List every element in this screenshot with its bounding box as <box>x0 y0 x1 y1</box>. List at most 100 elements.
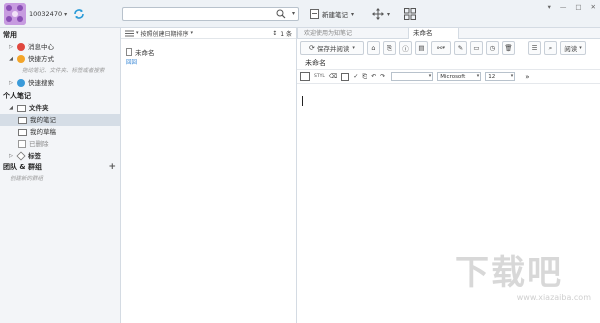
comment-button[interactable]: ▭ <box>470 41 483 55</box>
sidebar-item-label: 文件夹 <box>29 104 49 112</box>
sidebar-item-my-drafts[interactable]: 我的草稿 <box>0 126 120 138</box>
sort-dropdown[interactable]: ▾ 按照创建日期排序 ▾ <box>125 29 193 38</box>
delete-button[interactable]: 🗑 <box>502 41 515 55</box>
move-arrows-icon <box>372 8 384 20</box>
more-tools-icon[interactable]: » <box>525 73 529 81</box>
section-personal-notes: 个人笔记 <box>3 92 31 100</box>
list-item[interactable]: 未命名 回回 <box>121 39 296 69</box>
chevron-down-icon: ▾ <box>428 73 432 79</box>
share-button[interactable]: ⚯ ▾ <box>431 41 451 55</box>
chevron-down-icon: ▾ <box>190 30 194 36</box>
tab-welcome[interactable]: 欢迎使用为知笔记 <box>297 27 409 39</box>
info-icon: ⓘ <box>402 45 409 53</box>
menu-dropdown-icon[interactable]: ▾ <box>548 3 551 11</box>
paste-icon[interactable]: ⎗ <box>362 73 367 81</box>
sidebar-item-folder[interactable]: ◢ 文件夹 <box>0 102 120 114</box>
message-icon <box>17 43 25 51</box>
save-icon[interactable] <box>300 72 310 81</box>
chevron-down-icon: ▾ <box>579 45 582 51</box>
sidebar-item-deleted[interactable]: 已删除 <box>0 138 120 150</box>
sidebar-item-quick-search[interactable]: ▷ 快速搜索 <box>0 77 120 89</box>
note-list-header: ▾ 按照创建日期排序 ▾ ↕ 1 条 <box>121 28 296 39</box>
attachment-button[interactable]: ⎘ <box>383 41 396 55</box>
redo-icon[interactable]: ↷ <box>380 73 385 80</box>
sidebar-item-label: 快捷方式 <box>28 55 54 63</box>
collapse-arrow-icon: ◢ <box>9 105 13 111</box>
eraser-icon[interactable]: ⌫ <box>329 73 337 80</box>
undo-icon[interactable]: ↶ <box>371 73 376 80</box>
outline-button[interactable]: ☰ <box>528 41 541 55</box>
chevron-down-icon: ▾ <box>351 10 355 18</box>
print-icon: ▤ <box>418 44 425 52</box>
tag-button[interactable]: ⌂ <box>367 41 380 55</box>
minimize-icon[interactable]: — <box>560 3 567 11</box>
tab-untitled-label: 未命名 <box>413 28 433 37</box>
maximize-icon[interactable]: □ <box>575 3 581 11</box>
format-painter-icon[interactable]: ✓ <box>353 73 358 80</box>
layout-grid-icon[interactable] <box>404 8 416 20</box>
avatar-pattern-icon <box>4 3 26 25</box>
note-list-panel: ▾ 按照创建日期排序 ▾ ↕ 1 条 未命名 回回 <box>121 28 297 323</box>
clock-icon: ◷ <box>489 44 496 52</box>
sort-icon <box>125 30 134 36</box>
expand-arrow-icon: ▷ <box>9 44 13 50</box>
paragraph-select[interactable]: ▾ <box>391 72 434 81</box>
avatar[interactable] <box>4 3 26 25</box>
count-label: 1 条 <box>280 30 292 38</box>
collapse-arrow-icon: ◢ <box>9 56 13 62</box>
info-button[interactable]: ⓘ <box>399 41 412 55</box>
checkbox-icon[interactable] <box>341 72 350 81</box>
sync-icon[interactable] <box>72 7 86 21</box>
watermark-logo: 下载吧 www.xiazaiba.com <box>455 253 595 318</box>
read-label: 阅读 <box>564 45 578 53</box>
tag-icon: ⌂ <box>371 44 376 52</box>
new-note-button[interactable]: 新建笔记 ▾ <box>307 7 357 21</box>
tab-untitled[interactable]: 未命名 <box>409 27 459 39</box>
tab-bar: 欢迎使用为知笔记 未命名 <box>297 27 600 39</box>
move-button[interactable]: ▾ <box>372 7 390 21</box>
folder-icon <box>18 128 27 136</box>
sidebar-item-label: 我的草稿 <box>30 128 56 136</box>
font-family-select[interactable]: Microsoft ▾ <box>437 72 482 81</box>
chevron-down-icon: ▾ <box>352 45 355 51</box>
chevron-down-icon: ▾ <box>442 45 445 51</box>
folder-icon <box>17 104 26 112</box>
save-read-button[interactable]: ⟳ 保存并阅读 ▾ <box>300 41 364 55</box>
chevron-down-icon: ▾ <box>510 73 514 79</box>
quick-search-icon <box>17 79 25 87</box>
style-button[interactable]: STYL <box>314 74 325 79</box>
font-size-value: 12 <box>488 73 496 80</box>
read-mode-button[interactable]: 阅读 ▾ <box>560 41 586 55</box>
reminder-button[interactable]: ◷ <box>486 41 499 55</box>
sidebar-item-shortcuts[interactable]: ◢ 快捷方式 <box>0 53 120 65</box>
font-family-value: Microsoft <box>440 73 466 80</box>
watermark-url: www.xiazaiba.com <box>516 293 591 302</box>
sidebar-item-label: 快速搜索 <box>28 79 54 87</box>
sidebar-item-tags[interactable]: ▷ 标签 <box>0 150 120 162</box>
find-button[interactable]: ⌕ <box>544 41 557 55</box>
search-dropdown-icon[interactable]: ▾ <box>292 10 295 17</box>
search-input[interactable] <box>126 8 276 20</box>
edit-button[interactable]: ✎ <box>454 41 467 55</box>
sidebar-item-message-center[interactable]: ▷ 消息中心 <box>0 41 120 53</box>
team-hint[interactable]: 创建新的群组 <box>0 173 120 185</box>
sort-order-icon[interactable]: ↕ <box>272 30 277 37</box>
chevron-down-icon: ▾ <box>64 10 68 18</box>
close-icon[interactable]: ✕ <box>591 3 596 11</box>
print-button[interactable]: ▤ <box>415 41 428 55</box>
search-box[interactable]: ▾ <box>122 7 299 21</box>
search-icon[interactable] <box>276 9 286 19</box>
note-title-field[interactable]: 未命名 <box>297 57 600 70</box>
shortcut-star-icon <box>17 55 25 63</box>
tag-icon <box>16 151 26 161</box>
add-group-icon[interactable]: + <box>108 162 116 173</box>
paperclip-icon: ⎘ <box>386 43 393 52</box>
section-common: 常用 <box>3 31 17 39</box>
top-toolbar: 10032470 ▾ ▾ 新建笔记 ▾ ▾ ▾ — □ ✕ <box>0 0 600 28</box>
section-team: 团队 & 群组 + <box>0 162 120 173</box>
pencil-icon: ✎ <box>457 44 464 52</box>
account-dropdown[interactable]: 10032470 ▾ <box>29 8 67 20</box>
font-size-select[interactable]: 12 ▾ <box>485 72 516 81</box>
sidebar-item-my-notes[interactable]: 我的笔记 <box>0 114 120 126</box>
sidebar-item-label: 标签 <box>28 152 41 160</box>
